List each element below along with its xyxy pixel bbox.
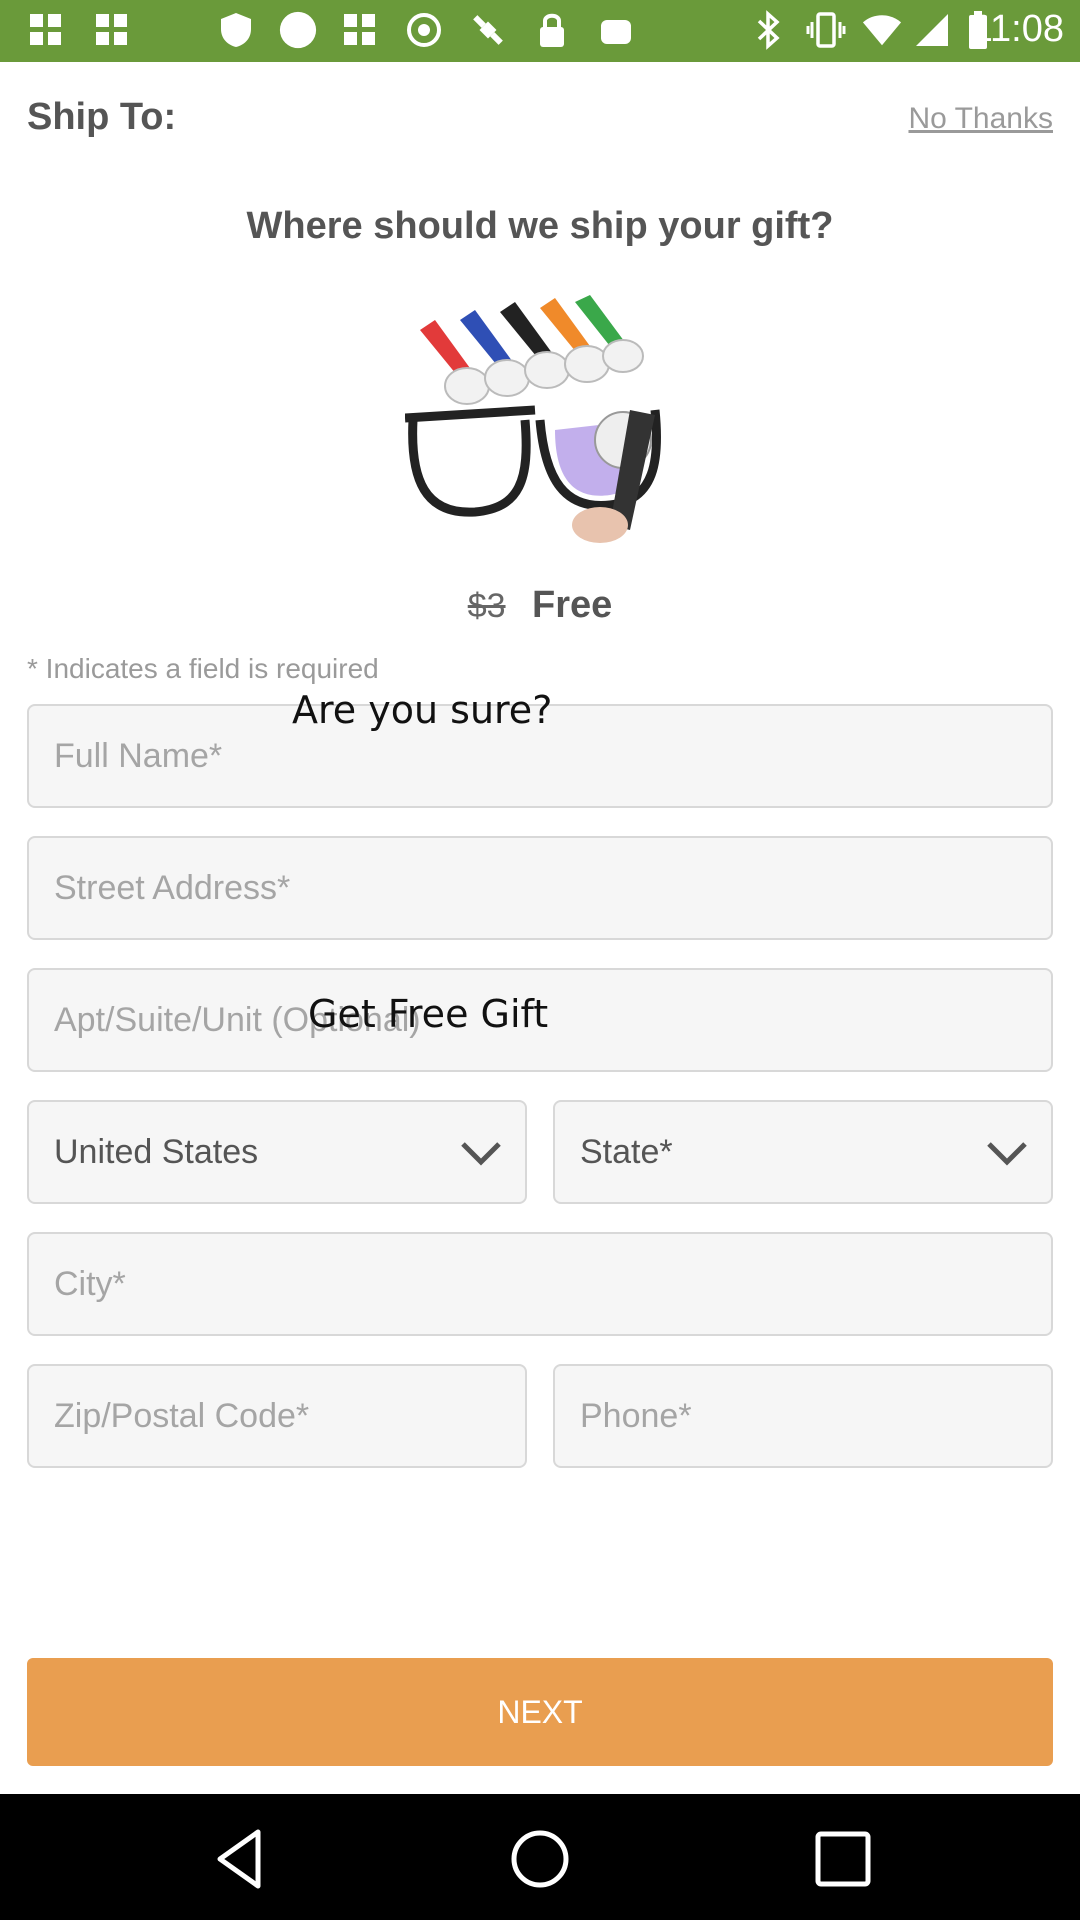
country-value: United States [54, 1132, 259, 1171]
grid-icon [340, 10, 380, 50]
grid-icon [26, 10, 66, 50]
home-icon[interactable] [505, 1824, 575, 1894]
gear-icon [404, 10, 444, 50]
no-thanks-link[interactable]: No Thanks [908, 102, 1053, 136]
street-address-placeholder: Street Address* [54, 868, 291, 907]
zip-input[interactable]: Zip/Postal Code* [27, 1364, 527, 1468]
street-address-input[interactable]: Street Address* [27, 836, 1053, 940]
full-name-placeholder: Full Name* [54, 736, 223, 775]
phone-placeholder: Phone* [580, 1396, 692, 1435]
grid-icon [92, 10, 132, 50]
vibrate-icon [806, 10, 846, 50]
state-select[interactable]: State* [553, 1100, 1053, 1204]
next-button[interactable]: NEXT [27, 1658, 1053, 1766]
glasses-cleaner-image [404, 290, 675, 545]
clock: 11:08 [971, 8, 1064, 50]
back-icon[interactable] [206, 1824, 276, 1894]
wifi-icon [862, 10, 902, 50]
confirm-overlay-text: Are you sure? [292, 688, 553, 732]
fake-gps-icon [468, 10, 508, 50]
recents-icon[interactable] [808, 1824, 878, 1894]
circle-icon [278, 10, 318, 50]
chevron-down-icon [461, 1142, 501, 1166]
zip-placeholder: Zip/Postal Code* [54, 1396, 310, 1435]
city-placeholder: City* [54, 1264, 126, 1303]
headline: Where should we ship your gift? [246, 205, 834, 247]
navigation-bar [0, 1794, 1080, 1920]
country-select[interactable]: United States [27, 1100, 527, 1204]
get-free-gift-overlay-text: Get Free Gift [308, 992, 549, 1036]
city-input[interactable]: City* [27, 1232, 1053, 1336]
signal-icon [912, 10, 952, 50]
status-bar: 11:08 [0, 0, 1080, 62]
lock-icon [532, 10, 572, 50]
state-placeholder: State* [580, 1132, 673, 1171]
new-price: Free [532, 584, 613, 626]
bluetooth-icon [748, 10, 788, 50]
phone-input[interactable]: Phone* [553, 1364, 1053, 1468]
price-row: $3 Free [0, 584, 1080, 627]
android-icon [596, 10, 636, 50]
required-note: * Indicates a field is required [27, 653, 379, 684]
old-price: $3 [467, 587, 506, 625]
shield-icon [216, 10, 256, 50]
chevron-down-icon [987, 1142, 1027, 1166]
page-title: Ship To: [27, 96, 177, 138]
